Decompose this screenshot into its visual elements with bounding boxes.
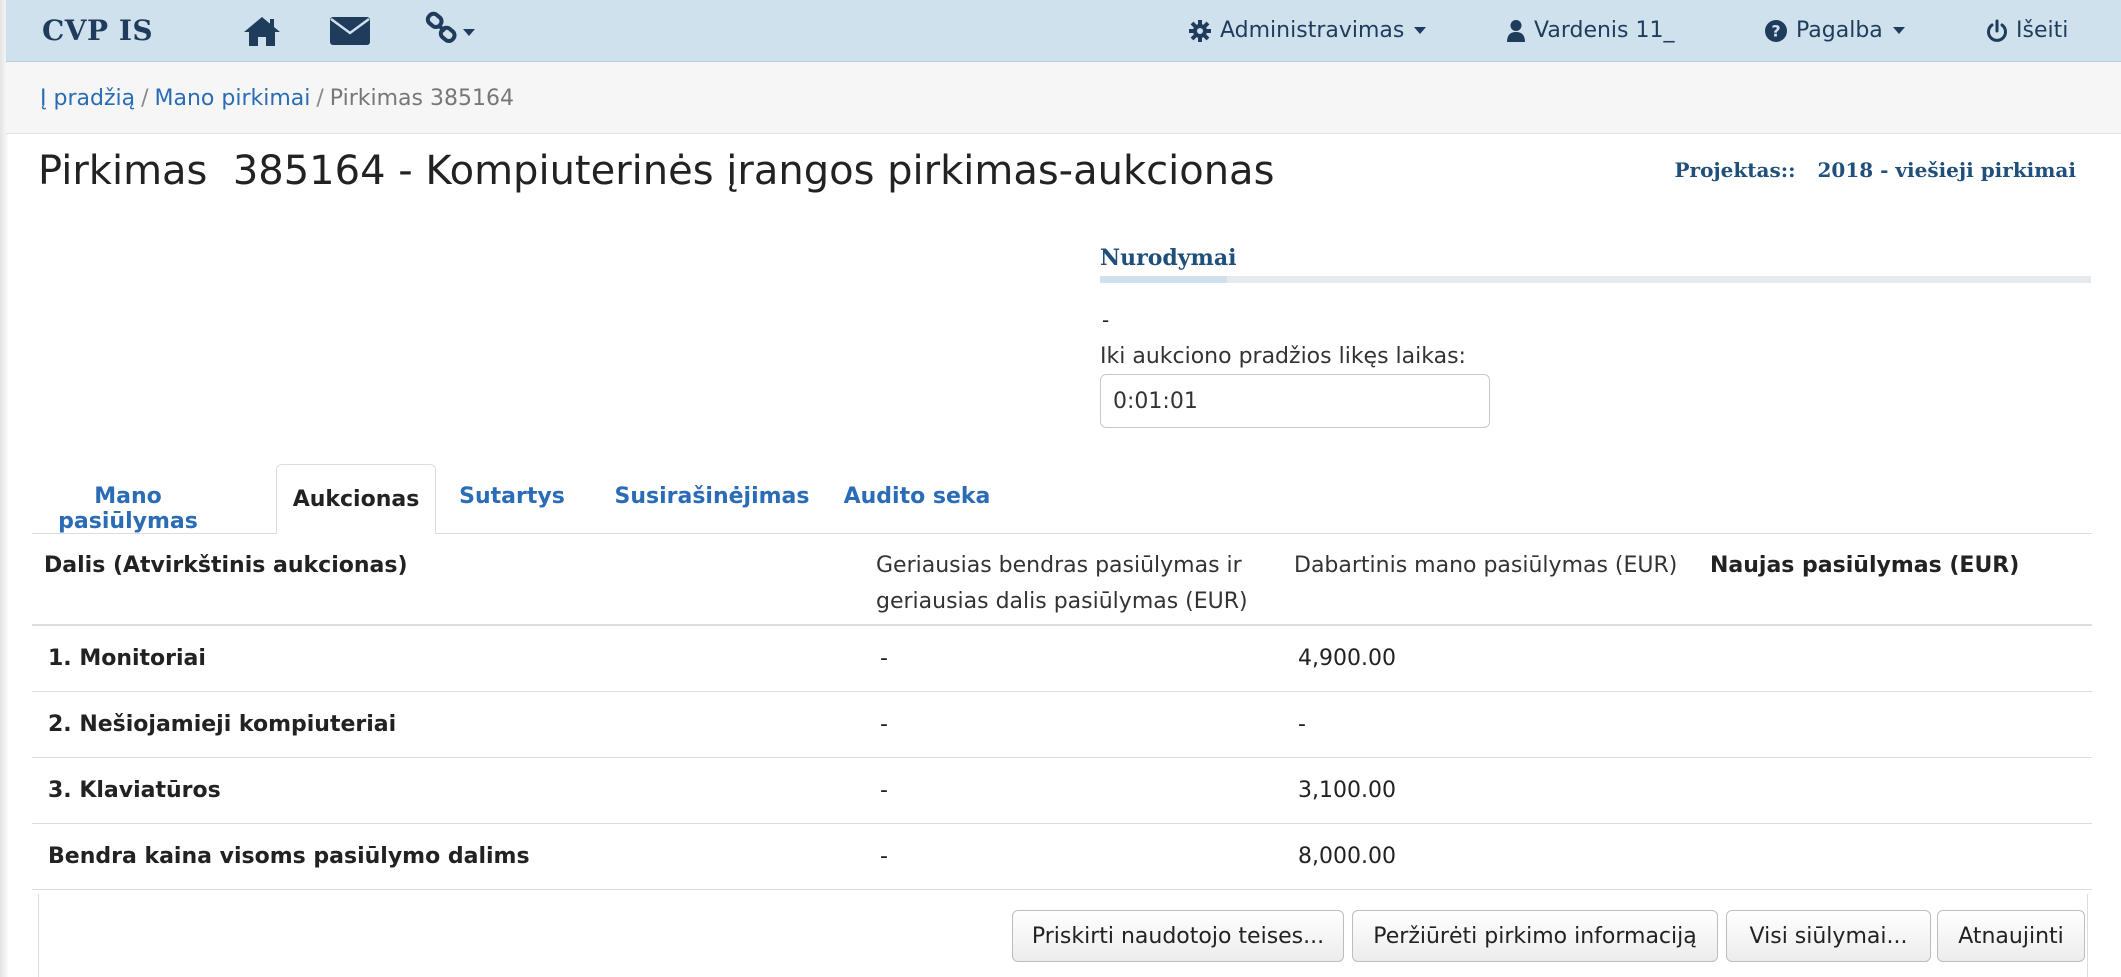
table-row: 2. Nešiojamieji kompiuteriai - - [32,692,2092,758]
tab-contracts[interactable]: Sutartys [452,464,572,534]
power-icon [1987,19,2007,42]
gear-icon [1189,19,1211,42]
window-edge [0,0,8,977]
table-row-total: Bendra kaina visoms pasiūlymo dalims - 8… [32,824,2092,890]
col-current-offer-header: Dabartinis mano pasiūlymas (EUR) [1294,553,1678,578]
table-row: 3. Klaviatūros - 3,100.00 [32,758,2092,824]
logout-link[interactable]: Išeiti [1986,18,2068,43]
breadcrumb-home[interactable]: Į pradžią [40,86,135,111]
chevron-down-icon [1414,27,1427,34]
user-menu-label: Vardenis 11_ [1534,18,1675,43]
countdown-label: Iki aukciono pradžios likęs laikas: [1100,344,1466,369]
tab-auction[interactable]: Aukcionas [276,464,436,535]
top-navbar: CVP IS Administravimas Vardenis 11_ ? Pa… [6,0,2121,62]
col-best-offer-header: Geriausias bendras pasiūlymas ir geriaus… [876,548,1248,620]
help-menu-label: Pagalba [1796,18,1883,43]
countdown-field[interactable] [1100,374,1490,428]
auction-table: Dalis (Atvirkštinis aukcionas) Geriausia… [32,534,2092,894]
home-icon[interactable] [242,14,282,52]
project-label: Projektas:: [1674,158,1796,182]
cell-part: 2. Nešiojamieji kompiuteriai [48,712,397,737]
col-best-offer-header-line2: geriausias dalis pasiūlymas (EUR) [876,589,1248,614]
brand-logo[interactable]: CVP IS [42,14,153,47]
breadcrumb-my-purchases[interactable]: Mano pirkimai [155,86,311,111]
table-header: Dalis (Atvirkštinis aukcionas) Geriausia… [32,534,2092,626]
user-menu[interactable]: Vardenis 11_ [1506,18,1675,43]
cell-best-offer: - [880,844,888,869]
help-menu[interactable]: ? Pagalba [1764,18,1905,43]
cell-part: 1. Monitoriai [48,646,206,671]
link-menu-icon[interactable] [424,10,484,54]
cell-part: 3. Klaviatūros [48,778,221,803]
col-new-offer-header: Naujas pasiūlymas (EUR) [1710,553,2020,578]
chevron-down-icon [1892,27,1905,34]
cell-current-offer: 4,900.00 [1298,646,1396,671]
tab-my-offer[interactable]: Mano pasiūlymas [32,464,224,534]
instructions-title: Nurodymai [1100,245,1237,271]
svg-text:?: ? [1771,21,1780,40]
cell-current-offer: 3,100.00 [1298,778,1396,803]
logout-label: Išeiti [2016,18,2069,43]
page-title: Pirkimas 385164 - Kompiuterinės įrangos … [38,148,1275,194]
envelope-icon[interactable] [329,16,371,50]
cell-part: Bendra kaina visoms pasiūlymo dalims [48,844,530,869]
tab-bar: Mano pasiūlymas Aukcionas Sutartys Susir… [32,464,2092,535]
all-offers-button[interactable]: Visi siūlymai... [1726,910,1931,962]
cell-current-offer: - [1298,712,1306,737]
tab-audit-trail[interactable]: Audito seka [802,464,1032,534]
cell-current-offer: 8,000.00 [1298,844,1396,869]
breadcrumb: Į pradžią / Mano pirkimai / Pirkimas 385164 [6,62,2121,134]
project-value: 2018 - viešieji pirkimai [1817,158,2076,182]
cell-best-offer: - [880,646,888,671]
assign-rights-button[interactable]: Priskirti naudotojo teises... [1012,910,1344,962]
instructions-divider [1100,276,2091,283]
col-best-offer-header-line1: Geriausias bendras pasiūlymas ir [876,553,1242,578]
admin-menu-label: Administravimas [1220,18,1405,43]
cell-best-offer: - [880,778,888,803]
instructions-text: - [1102,308,1110,332]
admin-menu[interactable]: Administravimas [1188,18,1427,43]
question-icon: ? [1765,19,1787,42]
breadcrumb-current: Pirkimas 385164 [329,86,514,111]
view-purchase-info-button[interactable]: Peržiūrėti pirkimo informaciją [1352,910,1718,962]
cell-best-offer: - [880,712,888,737]
user-icon [1507,19,1525,42]
table-row: 1. Monitoriai - 4,900.00 [32,626,2092,692]
refresh-button[interactable]: Atnaujinti [1937,910,2085,962]
col-part-header: Dalis (Atvirkštinis aukcionas) [44,553,408,578]
project-info: Projektas:: 2018 - viešieji pirkimai [1675,158,2076,182]
